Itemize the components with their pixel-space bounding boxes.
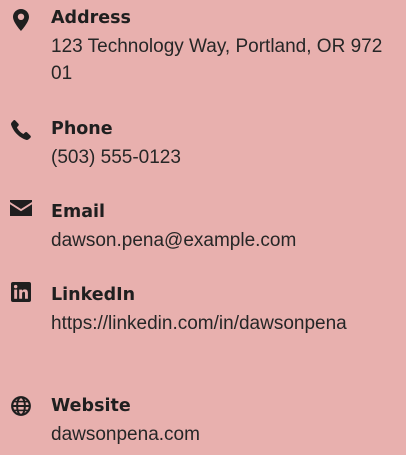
contact-item-address: Address 123 Technology Way, Portland, OR… [0,5,406,95]
email-link[interactable]: dawson.pena@example.com [51,227,387,254]
contact-list: Address 123 Technology Way, Portland, OR… [0,0,406,455]
address-value: 123 Technology Way, Portland, OR 97201 [51,36,383,84]
linkedin-link[interactable]: https://linkedin.com/in/dawsonpena [51,310,387,337]
website-link[interactable]: dawsonpena.com [51,421,387,448]
contact-item-email: Email dawson.pena@example.com [0,199,406,259]
phone-link[interactable]: (503) 555-0123 [51,144,387,171]
linkedin-icon [10,282,32,304]
contact-item-linkedin: LinkedIn https://linkedin.com/in/dawsonp… [0,282,406,372]
address-label: Address [51,8,131,28]
phone-icon [10,120,32,142]
envelope-icon [10,200,32,222]
email-label: Email [51,202,105,222]
globe-icon [10,396,32,418]
website-label: Website [51,396,131,416]
phone-label: Phone [51,119,113,139]
contact-item-phone: Phone (503) 555-0123 [0,116,406,176]
map-marker-icon [10,9,32,31]
contact-item-website: Website dawsonpena.com [0,393,406,453]
linkedin-label: LinkedIn [51,285,136,305]
